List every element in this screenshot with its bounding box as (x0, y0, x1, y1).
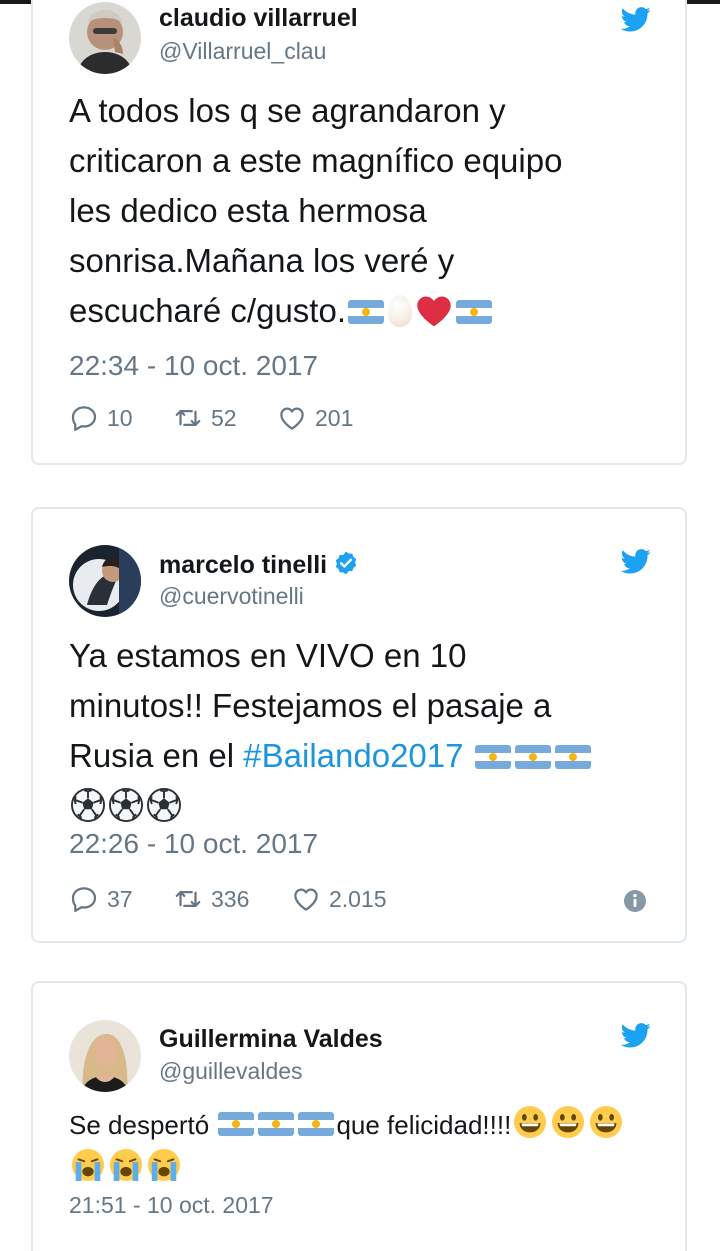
soccer-ball-emoji (109, 788, 143, 822)
argentina-flag-emoji (456, 300, 492, 324)
author-name[interactable]: claudio villarruel (159, 4, 358, 33)
soccer-ball-emoji (147, 788, 181, 822)
crying-face-emoji (147, 1148, 181, 1182)
tweet-timestamp[interactable]: 22:26 - 10 oct. 2017 (69, 828, 318, 860)
reply-button[interactable]: 37 (69, 883, 133, 915)
argentina-flag-emoji (474, 745, 511, 769)
tweet-text-fragment: escucharé c/gusto. (69, 292, 346, 329)
like-icon (277, 403, 307, 433)
retweet-button[interactable]: 52 (173, 402, 237, 434)
argentina-flag-emoji (514, 745, 551, 769)
like-button[interactable]: 201 (277, 402, 353, 434)
tweet-timestamp[interactable]: 22:34 - 10 oct. 2017 (69, 350, 318, 382)
argentina-flag-emoji (218, 1112, 255, 1136)
grinning-face-emoji (589, 1105, 623, 1139)
avatar[interactable] (69, 2, 141, 74)
like-count: 2.015 (329, 885, 387, 912)
tweet-text-fragment: que felicidad!!!! (336, 1110, 512, 1140)
like-count: 201 (315, 404, 354, 431)
tweet-timestamp[interactable]: 21:51 - 10 oct. 2017 (69, 1192, 274, 1219)
tweet-text-line: Rusia en el #Bailando2017 (69, 731, 593, 781)
retweet-icon (173, 884, 203, 914)
author-handle[interactable]: @Villarruel_clau (159, 38, 326, 65)
tweet-text-line: Se despertó que felicidad!!!! (69, 1104, 625, 1147)
retweet-count: 52 (211, 404, 237, 431)
author-handle[interactable]: @cuervotinelli (159, 583, 304, 610)
avatar[interactable] (69, 545, 141, 617)
crying-face-emoji (109, 1148, 143, 1182)
reply-button[interactable]: 10 (69, 402, 133, 434)
tweet-card[interactable]: Guillermina Valdes @guillevaldes Se desp… (31, 981, 687, 1251)
tweet-text-line: Ya estamos en VIVO en 10 (69, 637, 467, 674)
grinning-face-emoji (513, 1105, 547, 1139)
tweet-card[interactable]: marcelo tinelli @cuervotinelli Ya estamo… (31, 507, 687, 943)
avatar[interactable] (69, 1020, 141, 1092)
tweet-text-line: A todos los q se agrandaron y (69, 92, 506, 129)
tweet-text-line: minutos!! Festejamos el pasaje a (69, 687, 552, 724)
tweet-text-fragment: Se despertó (69, 1110, 217, 1140)
argentina-flag-emoji (258, 1112, 295, 1136)
tweet-text: A todos los q se agrandaron y criticaron… (69, 86, 562, 336)
author-name[interactable]: marcelo tinelli (159, 550, 359, 580)
info-icon[interactable] (623, 889, 647, 913)
twitter-bird-icon[interactable] (621, 549, 651, 574)
like-button[interactable]: 2.015 (291, 883, 387, 915)
tweet-text-line (69, 1147, 625, 1190)
retweet-count: 336 (211, 885, 250, 912)
author-name[interactable]: Guillermina Valdes (159, 1025, 383, 1054)
tweet-text-fragment: Rusia en el (69, 737, 235, 774)
verified-badge-icon (335, 551, 357, 575)
reply-icon (69, 403, 99, 433)
tweet-card[interactable]: claudio villarruel @Villarruel_clau A to… (31, 0, 687, 465)
tweet-text-line: sonrisa.Mañana los veré y (69, 242, 455, 279)
author-name-text: marcelo tinelli (159, 551, 328, 579)
tweet-text: Se despertó que felicidad!!!! (69, 1104, 625, 1190)
tweet-text-line: criticaron a este magnífico equipo (69, 142, 563, 179)
reply-icon (69, 884, 99, 914)
argentina-flag-emoji (348, 300, 384, 324)
retweet-icon (173, 403, 203, 433)
tweet-actions: 37 336 2.015 (69, 883, 669, 915)
retweet-button[interactable]: 336 (173, 883, 249, 915)
tweet-text-line: les dedico esta hermosa (69, 192, 427, 229)
egg-emoji (388, 295, 412, 327)
tweet-text-line (69, 781, 593, 825)
heart-emoji (416, 295, 452, 327)
twitter-bird-icon[interactable] (621, 1023, 651, 1048)
like-icon (291, 884, 321, 914)
grinning-face-emoji (551, 1105, 585, 1139)
hashtag-link[interactable]: #Bailando2017 (243, 737, 463, 774)
tweet-text: Ya estamos en VIVO en 10 minutos!! Feste… (69, 631, 593, 825)
crying-face-emoji (71, 1148, 105, 1182)
twitter-bird-icon[interactable] (621, 7, 651, 32)
author-handle[interactable]: @guillevaldes (159, 1058, 303, 1085)
tweet-actions: 10 52 201 (69, 402, 669, 434)
argentina-flag-emoji (554, 745, 591, 769)
reply-count: 37 (107, 885, 133, 912)
soccer-ball-emoji (71, 788, 105, 822)
argentina-flag-emoji (298, 1112, 335, 1136)
tweet-text-line: escucharé c/gusto. (69, 286, 562, 336)
reply-count: 10 (107, 404, 133, 431)
